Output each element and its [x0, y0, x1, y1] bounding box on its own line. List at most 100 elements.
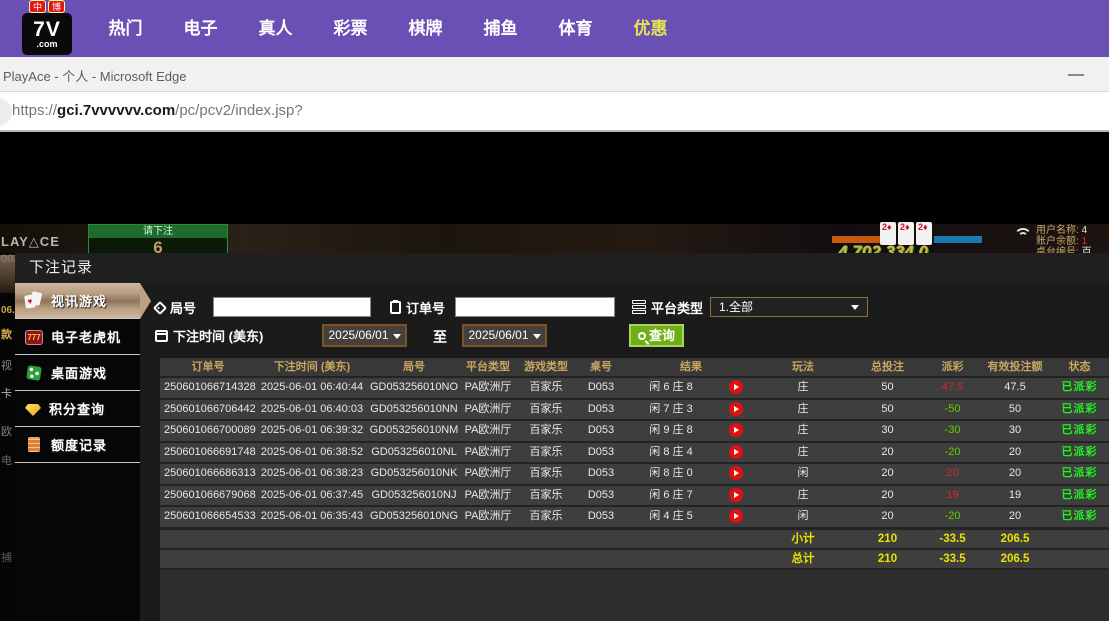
- nav-item[interactable]: 优惠: [613, 0, 688, 57]
- background-fragment: 003: [1, 253, 15, 265]
- table-body: 250601066714328 2025-06-01 06:40:44 GD05…: [160, 376, 1109, 527]
- slot-icon: [25, 330, 43, 345]
- nav-item[interactable]: 捕鱼: [463, 0, 538, 57]
- bet-time-cell: 2025-06-01 06:39:32: [256, 421, 368, 441]
- order-number-cell: 250601066679068: [160, 486, 256, 506]
- table-row: 250601066679068 2025-06-01 06:37:45 GD05…: [160, 484, 1109, 506]
- table-row: 250601066686313 2025-06-01 06:38:23 GD05…: [160, 462, 1109, 484]
- replay-cell: [716, 464, 756, 484]
- platform-cell: PA欧洲厅: [460, 507, 516, 527]
- url-text: https://gci.7vvvvvv.com/pc/pcv2/index.js…: [12, 102, 303, 119]
- replay-play-button[interactable]: [729, 466, 743, 480]
- nav-item[interactable]: 热门: [88, 0, 163, 57]
- valid-bet-cell: 47.5: [980, 378, 1050, 398]
- total-bet-cell: 20: [850, 486, 925, 506]
- payout-cell: 19: [925, 486, 980, 506]
- logo-subtext: .com: [36, 40, 57, 49]
- sidebar-item[interactable]: 电子老虎机: [15, 319, 140, 355]
- sidebar-item[interactable]: ♥ 视讯游戏: [15, 283, 140, 319]
- site-info-icon[interactable]: [0, 98, 12, 126]
- dice-icon: [26, 365, 42, 381]
- replay-play-button[interactable]: [729, 423, 743, 437]
- round-number-cell: GD053256010NJ: [368, 486, 460, 506]
- nav-item[interactable]: 真人: [238, 0, 313, 57]
- payout-cell: -30: [925, 421, 980, 441]
- round-number-label: 局号: [155, 298, 196, 317]
- minimize-icon[interactable]: [1068, 74, 1084, 76]
- replay-play-button[interactable]: [729, 445, 743, 459]
- occluded-left-strip: 003 06. 款 视 卡 欧 电 捕: [0, 253, 15, 621]
- replay-play-button[interactable]: [729, 380, 743, 394]
- table-number-cell: D053: [576, 378, 626, 398]
- table-number-cell: D053: [576, 464, 626, 484]
- total-bet: 210: [850, 550, 925, 570]
- logo-badge-1: 中: [29, 0, 46, 13]
- bet-time-cell: 2025-06-01 06:35:43: [256, 507, 368, 527]
- order-number-cell: 250601066691748: [160, 443, 256, 463]
- replay-cell: [716, 507, 756, 527]
- play-type-cell: 闲: [756, 464, 850, 484]
- replay-play-button[interactable]: [729, 488, 743, 502]
- status-badge: 已派彩: [1050, 378, 1109, 398]
- replay-play-button[interactable]: [729, 509, 743, 523]
- order-number-input[interactable]: [455, 297, 615, 317]
- subtotal-payout: -33.5: [925, 530, 980, 550]
- bet-time-cell: 2025-06-01 06:38:52: [256, 443, 368, 463]
- total-label: 总计: [756, 550, 850, 570]
- nav-item[interactable]: 体育: [538, 0, 613, 57]
- logo-badges: 中 博: [22, 0, 72, 13]
- bet-prompt: 请下注: [89, 225, 227, 238]
- background-fragment: 视: [1, 357, 15, 373]
- round-number-cell: GD053256010NK: [368, 464, 460, 484]
- table-number-cell: D053: [576, 486, 626, 506]
- date-to-select[interactable]: 2025/06/01: [462, 324, 547, 347]
- sidebar-item[interactable]: 积分查询: [15, 391, 140, 427]
- site-logo[interactable]: 中 博 7V .com: [22, 0, 72, 56]
- order-number-cell: 250601066654533: [160, 507, 256, 527]
- round-number-input[interactable]: [213, 297, 371, 317]
- platform-cell: PA欧洲厅: [460, 400, 516, 420]
- replay-cell: [716, 421, 756, 441]
- to-label: 至: [433, 327, 447, 347]
- nav-item[interactable]: 电子: [163, 0, 238, 57]
- tag-icon: [153, 300, 167, 314]
- result-cell: 闲 6 庄 8: [626, 378, 716, 398]
- total-bet-cell: 50: [850, 400, 925, 420]
- sidebar-item[interactable]: 桌面游戏: [15, 355, 140, 391]
- player-bar: [934, 236, 982, 243]
- game-type-cell: 百家乐: [516, 507, 576, 527]
- total-bet-cell: 50: [850, 378, 925, 398]
- records-content: 局号 订单号 平台类型 1.全部: [140, 283, 1109, 621]
- play-type-cell: 庄: [756, 378, 850, 398]
- subtotal-bet: 210: [850, 530, 925, 550]
- logo-badge-2: 博: [48, 0, 65, 13]
- sidebar-item[interactable]: 额度记录: [15, 427, 140, 463]
- chevron-down-icon: [393, 334, 401, 339]
- nav-item[interactable]: 棋牌: [388, 0, 463, 57]
- nav-menu: 热门 电子 真人 彩票 棋牌 捕鱼 体育 优惠: [88, 0, 688, 57]
- payout-cell: 47.5: [925, 378, 980, 398]
- status-badge: 已派彩: [1050, 400, 1109, 420]
- platform-type-select[interactable]: 1.全部: [710, 297, 868, 317]
- table-number-cell: D053: [576, 400, 626, 420]
- replay-cell: [716, 400, 756, 420]
- valid-bet-cell: 19: [980, 486, 1050, 506]
- payout-cell: 20: [925, 464, 980, 484]
- address-bar[interactable]: https://gci.7vvvvvv.com/pc/pcv2/index.js…: [0, 92, 1109, 132]
- date-from-select[interactable]: 2025/06/01: [322, 324, 407, 347]
- round-number-cell: GD053256010NN: [368, 400, 460, 420]
- total-payout: -33.5: [925, 550, 980, 570]
- result-cell: 闲 8 庄 0: [626, 464, 716, 484]
- payout-cell: -20: [925, 443, 980, 463]
- result-cell: 闲 9 庄 8: [626, 421, 716, 441]
- status-badge: 已派彩: [1050, 421, 1109, 441]
- replay-play-button[interactable]: [729, 402, 743, 416]
- nav-item[interactable]: 彩票: [313, 0, 388, 57]
- valid-bet-cell: 30: [980, 421, 1050, 441]
- query-button[interactable]: 查询: [629, 324, 684, 347]
- play-type-cell: 庄: [756, 421, 850, 441]
- play-type-cell: 庄: [756, 443, 850, 463]
- table-row: 250601066700089 2025-06-01 06:39:32 GD05…: [160, 419, 1109, 441]
- wifi-icon: [1014, 228, 1030, 242]
- platform-cell: PA欧洲厅: [460, 378, 516, 398]
